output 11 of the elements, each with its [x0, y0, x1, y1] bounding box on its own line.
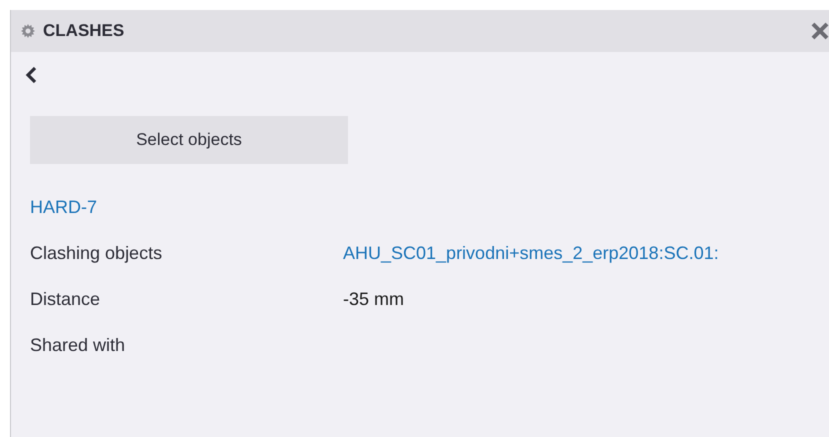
property-label: Distance: [30, 289, 102, 310]
select-objects-button[interactable]: Select objects: [30, 116, 348, 164]
panel-title: CLASHES: [43, 21, 124, 41]
property-link[interactable]: AHU_SC01_privodni+smes_2_erp2018:SC.01:: [343, 243, 719, 264]
property-value: -35 mm: [343, 289, 406, 310]
back-chevron-icon[interactable]: [25, 66, 37, 84]
gear-icon: [21, 24, 35, 38]
close-icon[interactable]: [810, 21, 829, 41]
property-label: Shared with: [30, 335, 126, 356]
clash-name: HARD-7: [30, 197, 98, 218]
property-label: Clashing objects: [30, 243, 164, 264]
